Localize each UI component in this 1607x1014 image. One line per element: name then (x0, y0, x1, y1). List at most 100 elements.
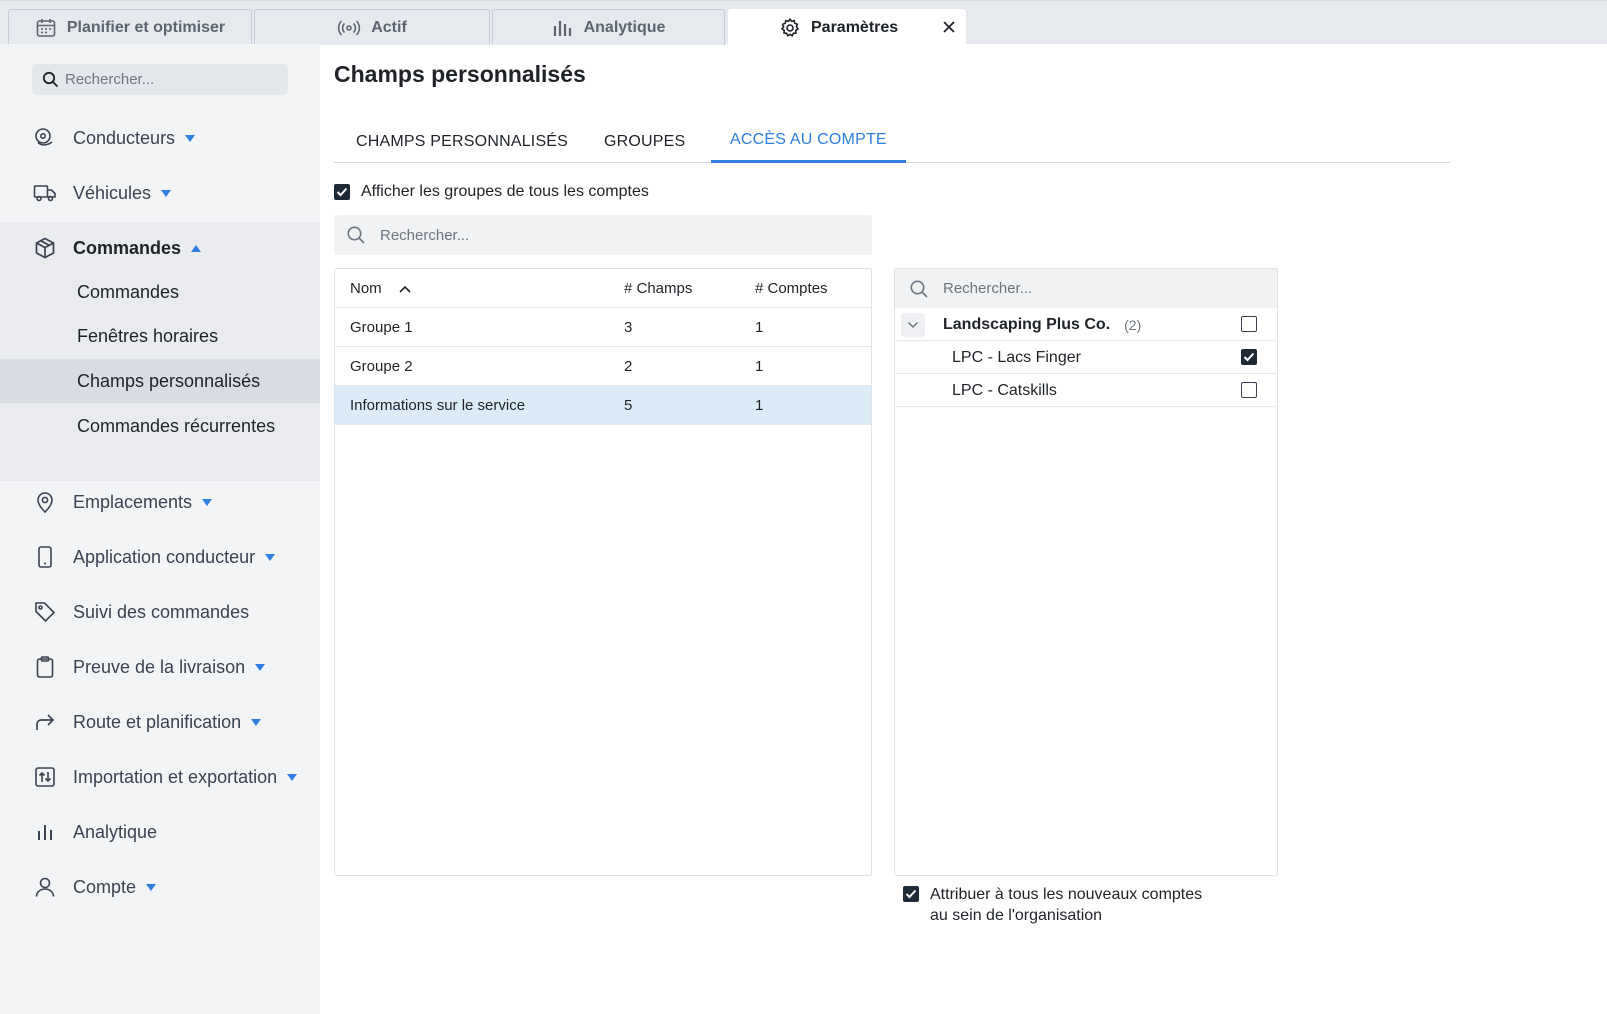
table-row[interactable]: Groupe 2 2 1 (335, 347, 871, 386)
sidebar-item-compte[interactable]: Compte (0, 865, 320, 909)
assign-new-accounts-option[interactable]: Attribuer à tous les nouveaux comptes au… (903, 884, 1202, 926)
tab-label: Planifier et optimiser (66, 18, 226, 36)
search-icon (346, 225, 366, 245)
box-icon (33, 236, 57, 260)
sidebar-item-route-et-planification[interactable]: Route et planification (0, 700, 320, 744)
sidebar-item-label: Analytique (73, 821, 158, 842)
content-tabs: CHAMPS PERSONNALISÉS GROUPES ACCÈS AU CO… (334, 120, 1450, 163)
sidebar-item-conducteurs[interactable]: Conducteurs (0, 116, 320, 160)
import-export-icon (33, 765, 57, 789)
sidebar-item-label: Suivi des commandes (73, 601, 250, 622)
groups-search-input[interactable] (380, 226, 840, 244)
phone-icon (33, 545, 57, 569)
table-row[interactable]: Groupe 1 3 1 (335, 308, 871, 347)
tab-parametres[interactable]: Paramètres (728, 9, 966, 46)
accounts-panel: Landscaping Plus Co. (2) LPC - Lacs Fing… (894, 268, 1278, 876)
organization-label: Landscaping Plus Co. (2) (943, 308, 1141, 341)
chevron-down-icon[interactable] (901, 313, 925, 337)
subitem-label: Commandes récurrentes (77, 415, 276, 436)
table-header: Nom # Champs # Comptes (335, 269, 871, 308)
sidebar-item-commandes[interactable]: Commandes (0, 226, 320, 270)
cell-accounts: 1 (755, 358, 764, 375)
sidebar-item-label: Application conducteur (73, 546, 256, 567)
sidebar-item-emplacements[interactable]: Emplacements (0, 480, 320, 524)
sidebar-item-label: Route et planification (73, 711, 242, 732)
sidebar-item-importation-et-exportation[interactable]: Importation et exportation (0, 755, 320, 799)
sidebar-item-label: Compte (73, 876, 137, 897)
route-arrow-icon (33, 710, 57, 734)
assign-new-accounts-checkbox[interactable] (903, 886, 919, 902)
show-all-groups-label: Afficher les groupes de tous les comptes (361, 183, 649, 200)
accounts-search-input[interactable] (943, 280, 1243, 297)
sidebar-subitem-commandes-recurrentes[interactable]: Commandes récurrentes (0, 404, 320, 448)
chevron-down-icon[interactable] (202, 498, 213, 506)
sidebar: Conducteurs Véhicules Commandes Commande… (0, 44, 320, 1014)
cell-name: Informations sur le service (350, 397, 526, 414)
chevron-down-icon[interactable] (161, 189, 172, 197)
sidebar-item-preuve-de-la-livraison[interactable]: Preuve de la livraison (0, 645, 320, 689)
sidebar-item-analytique[interactable]: Analytique (0, 810, 320, 854)
organization-name: Landscaping Plus Co. (943, 315, 1111, 333)
show-all-groups-option[interactable]: Afficher les groupes de tous les comptes (334, 183, 649, 201)
chevron-down-icon[interactable] (287, 773, 298, 781)
account-checkbox[interactable] (1241, 382, 1257, 398)
sort-ascending-icon[interactable] (398, 284, 412, 294)
sidebar-item-label: Preuve de la livraison (73, 656, 246, 677)
groups-table: Nom # Champs # Comptes Groupe 1 3 1 Grou… (334, 268, 872, 876)
tab-analytique[interactable]: Analytique (492, 9, 725, 45)
tab-actif[interactable]: Actif (254, 9, 490, 45)
sidebar-item-vehicules[interactable]: Véhicules (0, 171, 320, 215)
tab-champs-personnalises[interactable]: CHAMPS PERSONNALISÉS (356, 120, 568, 163)
column-label: Nom (350, 280, 382, 297)
chevron-down-icon[interactable] (251, 718, 262, 726)
sidebar-item-label: Importation et exportation (73, 766, 278, 787)
column-header-nom[interactable]: Nom (350, 269, 412, 308)
page-title: Champs personnalisés (334, 61, 586, 87)
sidebar-subitem-commandes[interactable]: Commandes (0, 270, 320, 314)
column-header-champs[interactable]: # Champs (624, 269, 692, 308)
cell-name: Groupe 2 (350, 358, 413, 375)
sidebar-subitem-champs-personnalises[interactable]: Champs personnalisés (0, 359, 320, 403)
broadcast-icon (337, 19, 361, 37)
organization-checkbox[interactable] (1241, 316, 1257, 332)
user-icon (33, 875, 57, 899)
sidebar-subitem-fenetres-horaires[interactable]: Fenêtres horaires (0, 314, 320, 358)
assign-label-line1: Attribuer à tous les nouveaux comptes (930, 886, 1203, 903)
column-header-comptes[interactable]: # Comptes (755, 269, 828, 308)
cell-fields: 5 (624, 397, 633, 414)
sidebar-item-label: Véhicules (73, 182, 152, 203)
chevron-down-icon[interactable] (146, 883, 157, 891)
account-row[interactable]: LPC - Catskills (895, 374, 1277, 407)
show-all-groups-checkbox[interactable] (334, 184, 350, 200)
sidebar-search-input[interactable] (65, 71, 265, 88)
sidebar-search[interactable] (32, 64, 288, 95)
sidebar-item-application-conducteur[interactable]: Application conducteur (0, 535, 320, 579)
account-name: LPC - Catskills (952, 381, 1057, 399)
close-tab-icon[interactable] (941, 19, 957, 35)
chevron-down-icon[interactable] (185, 134, 196, 142)
groups-search[interactable] (334, 215, 872, 255)
tab-label: Analytique (583, 18, 666, 36)
tab-groupes[interactable]: GROUPES (604, 120, 685, 163)
chevron-down-icon[interactable] (265, 553, 276, 561)
account-row[interactable]: LPC - Lacs Finger (895, 341, 1277, 374)
tab-label: CHAMPS PERSONNALISÉS (356, 132, 569, 150)
table-row-selected[interactable]: Informations sur le service 5 1 (335, 386, 871, 425)
bar-chart-icon (552, 18, 574, 38)
accounts-search[interactable] (895, 269, 1277, 308)
subitem-label: Commandes (77, 281, 180, 302)
bar-chart-icon (33, 820, 57, 844)
chevron-down-icon[interactable] (255, 663, 266, 671)
sidebar-item-label: Emplacements (73, 491, 193, 512)
calendar-icon (35, 17, 57, 39)
search-icon (909, 279, 929, 299)
assign-new-accounts-label: Attribuer à tous les nouveaux comptes au… (930, 884, 1202, 926)
sidebar-item-suivi-des-commandes[interactable]: Suivi des commandes (0, 590, 320, 634)
truck-icon (33, 181, 57, 205)
chevron-up-icon[interactable] (191, 244, 202, 252)
tab-acces-au-compte[interactable]: ACCÈS AU COMPTE (711, 120, 906, 163)
organization-row[interactable]: Landscaping Plus Co. (2) (895, 308, 1277, 341)
account-checkbox[interactable] (1241, 349, 1257, 365)
sidebar-item-label: Commandes (73, 237, 182, 258)
tab-planifier[interactable]: Planifier et optimiser (8, 9, 252, 45)
